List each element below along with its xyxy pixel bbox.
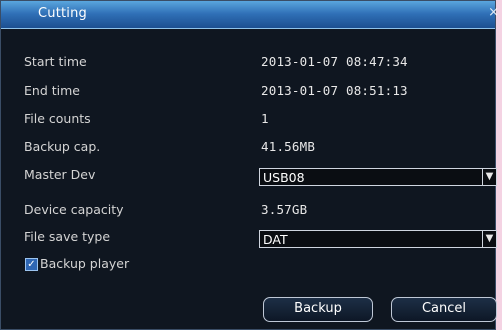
close-icon[interactable]: × bbox=[488, 5, 499, 20]
end-time-label: End time bbox=[24, 83, 80, 98]
cutting-dialog: Cutting × Start time 2013-01-07 08:47:34… bbox=[0, 0, 499, 330]
master-dev-select[interactable]: USB08 ▼ bbox=[259, 168, 497, 186]
check-icon: ✓ bbox=[27, 259, 36, 270]
file-counts-value: 1 bbox=[261, 111, 269, 126]
start-time-label: Start time bbox=[24, 54, 87, 69]
backup-cap-value: 41.56MB bbox=[261, 139, 316, 154]
file-counts-label: File counts bbox=[24, 111, 91, 126]
title-bar: Cutting × bbox=[1, 1, 499, 29]
master-dev-label: Master Dev bbox=[24, 167, 96, 182]
file-save-type-select[interactable]: Backup player DAT ▼ bbox=[259, 230, 497, 248]
backup-player-checkbox[interactable]: ✓ bbox=[25, 258, 38, 271]
backup-cap-label: Backup cap. bbox=[24, 139, 101, 154]
master-dev-value: USB08 bbox=[263, 170, 305, 185]
file-save-type-label: File save type bbox=[24, 229, 111, 244]
backup-player-label: Backup player bbox=[40, 256, 130, 271]
device-capacity-label: Device capacity bbox=[24, 202, 124, 217]
cancel-button[interactable]: Cancel bbox=[391, 297, 497, 322]
dialog-title: Cutting bbox=[38, 6, 88, 21]
start-time-value: 2013-01-07 08:47:34 bbox=[261, 54, 408, 69]
chevron-down-icon[interactable]: ▼ bbox=[482, 169, 496, 185]
file-save-type-current: DAT bbox=[263, 232, 288, 247]
chevron-down-icon[interactable]: ▼ bbox=[482, 231, 496, 247]
end-time-value: 2013-01-07 08:51:13 bbox=[261, 83, 408, 98]
device-capacity-value: 3.57GB bbox=[261, 202, 308, 217]
backup-button[interactable]: Backup bbox=[263, 297, 373, 322]
